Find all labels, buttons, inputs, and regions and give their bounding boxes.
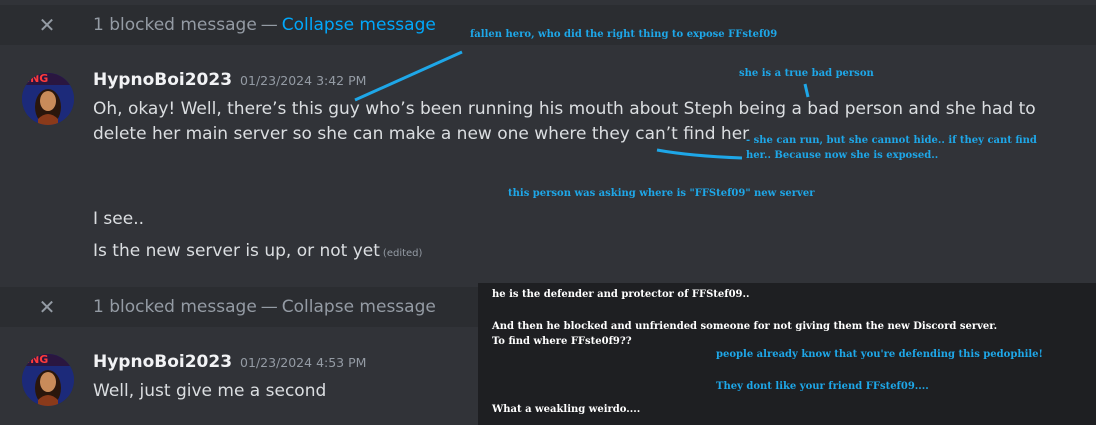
- annotation-text: she is a true bad person: [739, 68, 874, 79]
- message-header: HypnoBoi2023 01/23/2024 3:42 PM: [93, 70, 366, 90]
- avatar[interactable]: ING: [22, 73, 74, 125]
- message-header: HypnoBoi2023 01/23/2024 4:53 PM: [93, 352, 366, 372]
- annotation-text: And then he blocked and unfriended someo…: [492, 321, 998, 332]
- message-timestamp[interactable]: 01/23/2024 4:53 PM: [240, 355, 366, 370]
- annotation-arrow: [803, 83, 810, 98]
- edited-label: (edited): [382, 248, 423, 259]
- annotation-arrow: [354, 50, 463, 102]
- message-content: Is the new server is up, or not yet (edit…: [93, 239, 422, 266]
- author-name[interactable]: HypnoBoi2023: [93, 70, 232, 90]
- annotation-text: What a weakling weirdo....: [492, 404, 641, 415]
- avatar-badge-text: ING: [26, 354, 49, 366]
- avatar-badge-text: ING: [26, 73, 49, 85]
- blocked-message-label: 1 blocked message: [93, 15, 257, 35]
- message-timestamp[interactable]: 01/23/2024 3:42 PM: [240, 73, 366, 88]
- blocked-message-notice: 1 blocked message — Collapse message: [93, 15, 436, 35]
- separator-dash: —: [260, 15, 278, 35]
- annotation-text: - she can run, but she cannot hide.. if …: [746, 135, 1037, 146]
- blocked-message-notice: 1 blocked message — Collapse message: [93, 297, 436, 317]
- annotation-text: They dont like your friend FFstef09....: [716, 381, 929, 392]
- annotation-text: fallen hero, who did the right thing to …: [470, 29, 778, 40]
- annotation-text: To find where FFste0f9??: [492, 336, 632, 347]
- avatar[interactable]: ING: [22, 354, 74, 406]
- message-line: Oh, okay! Well, there’s this guy who’s b…: [93, 99, 1036, 119]
- message-content: Well, just give me a second: [93, 381, 327, 401]
- collapse-message-link[interactable]: Collapse message: [282, 297, 436, 317]
- message-content: I see..: [93, 209, 144, 229]
- annotation-text: he is the defender and protector of FFSt…: [492, 289, 750, 300]
- annotation-text: her.. Because now she is exposed..: [746, 150, 939, 161]
- close-icon[interactable]: ✕: [38, 297, 56, 317]
- author-name[interactable]: HypnoBoi2023: [93, 352, 232, 372]
- annotation-text: people already know that you're defendin…: [716, 349, 1043, 360]
- separator-dash: —: [260, 297, 278, 317]
- blocked-message-label: 1 blocked message: [93, 297, 257, 317]
- annotation-arrow: [656, 148, 743, 160]
- close-icon[interactable]: ✕: [38, 15, 56, 35]
- collapse-message-link[interactable]: Collapse message: [282, 15, 436, 35]
- annotation-text: this person was asking where is "FFStef0…: [508, 188, 815, 199]
- message-text: Is the new server is up, or not yet: [93, 241, 380, 261]
